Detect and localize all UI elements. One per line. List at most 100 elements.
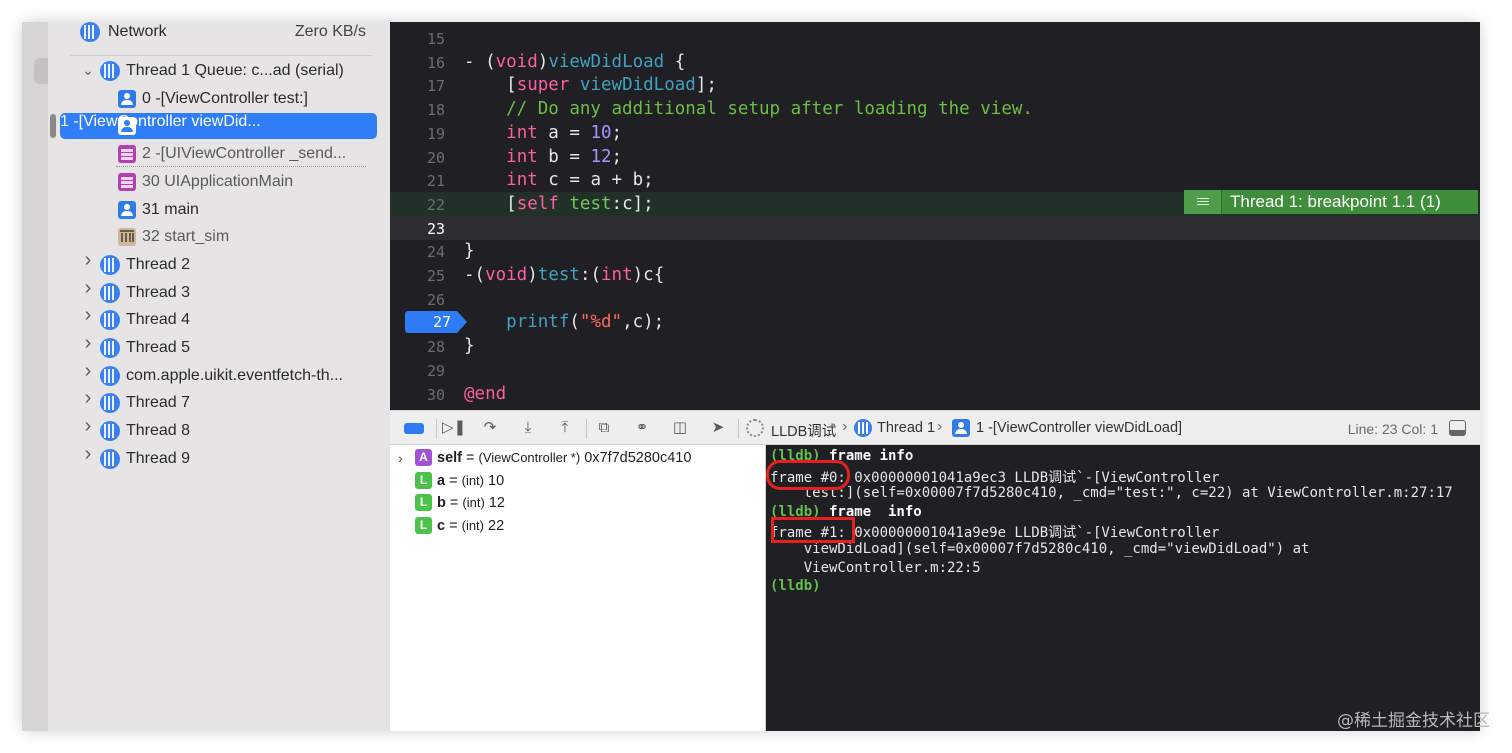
variable-row[interactable]: La = (int) 10 — [390, 471, 760, 493]
crumb-target[interactable]: LLDB调试 — [771, 420, 836, 441]
code-line[interactable]: 27 printf("%d",c); — [390, 310, 1480, 334]
code-token: c = a + b; — [537, 170, 654, 191]
breakpoints-toggle-button[interactable] — [404, 423, 424, 434]
variable-text: c = (int) 22 — [437, 518, 504, 534]
code-line[interactable]: 18 // Do any additional setup after load… — [390, 97, 1480, 121]
step-into-icon[interactable]: ⤓ — [518, 419, 538, 437]
hide-debug-area-icon[interactable] — [1449, 420, 1466, 436]
equals-sign: = — [462, 450, 479, 466]
code-token: viewDidLoad — [548, 51, 665, 72]
stack-frame-row[interactable]: 30 UIApplicationMain — [118, 169, 378, 195]
code-token: printf — [506, 312, 570, 333]
step-over-icon[interactable]: ↷ — [480, 419, 500, 437]
chevron-right-icon[interactable]: › — [82, 333, 94, 353]
variable-row[interactable]: Lc = (int) 22 — [390, 516, 760, 538]
breakpoint-marker[interactable]: 27 — [405, 311, 467, 334]
xcode-window: Network Zero KB/s ⌄ Thread 1 Queue: c...a… — [22, 22, 1480, 731]
variable-name: a — [437, 472, 446, 489]
continue-icon[interactable]: ▷❚ — [442, 419, 466, 437]
code-text: int a = 10; — [464, 123, 622, 143]
line-number: 17 — [426, 77, 445, 96]
source-editor[interactable]: 15 16- (void)viewDidLoad {17 [super viewD… — [390, 22, 1480, 410]
chevron-right-icon[interactable]: › — [82, 388, 94, 408]
chevron-down-icon[interactable]: ⌄ — [82, 63, 94, 77]
thread-row[interactable]: › Thread 3 — [80, 278, 380, 306]
target-gear-icon — [746, 419, 764, 437]
stack-frame-row[interactable]: 31 main — [118, 197, 378, 223]
equals-sign: = — [445, 495, 463, 512]
chevron-right-icon[interactable]: › — [82, 416, 94, 436]
thread-row-1[interactable]: ⌄ Thread 1 Queue: c...ad (serial) — [80, 58, 380, 84]
line-number: 20 — [426, 148, 445, 167]
variable-row[interactable]: › Aself = (ViewController *) 0x7f7d5280c4… — [390, 448, 760, 470]
thread-label: Thread 7 — [126, 394, 191, 412]
code-line[interactable]: 25 -(void)test:(int)c{ — [390, 263, 1480, 287]
code-line[interactable]: 26 — [390, 287, 1480, 311]
console-text: ViewController.m:22:5 — [770, 559, 981, 576]
variable-text: a = (int) 10 — [437, 473, 504, 489]
thread-row[interactable]: › Thread 5 — [80, 333, 380, 361]
code-line[interactable]: 24} — [390, 239, 1480, 263]
chevron-right-icon[interactable]: › — [82, 278, 94, 298]
stack-frame-row[interactable]: 32 start_sim — [118, 224, 378, 250]
thread-row[interactable]: › Thread 2 — [80, 250, 380, 278]
code-text: int c = a + b; — [464, 170, 654, 190]
line-number: 26 — [426, 290, 445, 309]
simulate-location-icon[interactable]: ➤ — [708, 419, 728, 437]
chevron-right-icon[interactable]: › — [398, 450, 403, 466]
variable-text: self = (ViewController *) 0x7f7d5280c410 — [437, 450, 691, 466]
thread-row[interactable]: › com.apple.uikit.eventfetch-th... — [80, 361, 380, 389]
variables-view[interactable]: › Aself = (ViewController *) 0x7f7d5280c4… — [390, 445, 766, 731]
code-line[interactable]: 15 — [390, 26, 1480, 50]
view-hierarchy-icon[interactable]: ⧉ — [594, 419, 614, 437]
chevron-right-icon[interactable]: › — [82, 305, 94, 325]
crumb-frame[interactable]: 1 -[ViewController viewDidLoad] — [976, 420, 1182, 436]
lldb-console[interactable]: (lldb) frame info frame #0: 0x00000001041… — [766, 445, 1480, 731]
crumb-thread[interactable]: Thread 1 — [877, 420, 935, 436]
code-line[interactable]: 29 — [390, 358, 1480, 382]
console-text: viewDidLoad](self=0x00007f7d5280c410, _c… — [770, 541, 1310, 557]
network-gauge[interactable]: Network Zero KB/s — [80, 22, 370, 44]
variable-name: c — [437, 518, 446, 535]
environment-overrides-icon[interactable]: ◫ — [670, 419, 690, 437]
stack-frame-row[interactable]: 2 -[UIViewController _send... — [118, 141, 378, 167]
memory-graph-icon[interactable]: ⚭ — [632, 419, 652, 437]
thread-row[interactable]: › Thread 7 — [80, 388, 380, 416]
code-line[interactable]: 21 int c = a + b; — [390, 168, 1480, 192]
elided-frames-divider — [116, 165, 366, 167]
code-token: [ — [464, 75, 517, 96]
thread-icon — [100, 448, 120, 469]
thread-row[interactable]: › Thread 9 — [80, 444, 380, 472]
code-line[interactable]: 20 int b = 12; — [390, 145, 1480, 169]
toolbar-separator — [436, 419, 437, 439]
stack-frame-row-selected[interactable]: 1 -[ViewController viewDid... — [60, 113, 377, 140]
code-line[interactable]: 30 @end — [390, 382, 1480, 406]
code-line[interactable]: 28} — [390, 334, 1480, 358]
code-line[interactable]: 19 int a = 10; — [390, 121, 1480, 145]
chevron-right-icon[interactable]: › — [82, 361, 94, 381]
menu-icon[interactable] — [1184, 190, 1222, 214]
code-line[interactable]: 17 [super viewDidLoad]; — [390, 73, 1480, 97]
code-text: printf("%d",c); — [464, 312, 664, 332]
step-out-icon[interactable]: ⤒ — [555, 419, 575, 437]
variable-type: (int) — [461, 518, 484, 534]
line-number: 25 — [426, 267, 445, 285]
variable-row[interactable]: Lb = (int) 12 — [390, 493, 760, 515]
variable-text: b = (int) 12 — [437, 495, 505, 511]
code-line[interactable]: 23 — [390, 215, 1480, 240]
chevron-right-icon[interactable]: › — [82, 444, 94, 464]
thread-label: Thread 1 Queue: c...ad (serial) — [126, 62, 344, 79]
code-token: b = — [537, 146, 591, 167]
code-line[interactable]: 16 - (void)viewDidLoad { — [390, 50, 1480, 74]
line-number: 23 — [426, 219, 445, 238]
thread-row[interactable]: › Thread 8 — [80, 416, 380, 444]
breakpoint-banner[interactable]: Thread 1: breakpoint 1.1 (1) — [1184, 190, 1478, 214]
stack-frame-label: 0 -[ViewController test:] — [142, 89, 308, 107]
thread-row[interactable]: › Thread 4 — [80, 305, 380, 333]
chevron-right-icon[interactable]: › — [82, 250, 94, 270]
breakpoint-banner-text: Thread 1: breakpoint 1.1 (1) — [1230, 192, 1441, 211]
line-number: 27 — [432, 313, 451, 332]
stack-frame-row[interactable]: 0 -[ViewController test:] — [118, 86, 378, 112]
